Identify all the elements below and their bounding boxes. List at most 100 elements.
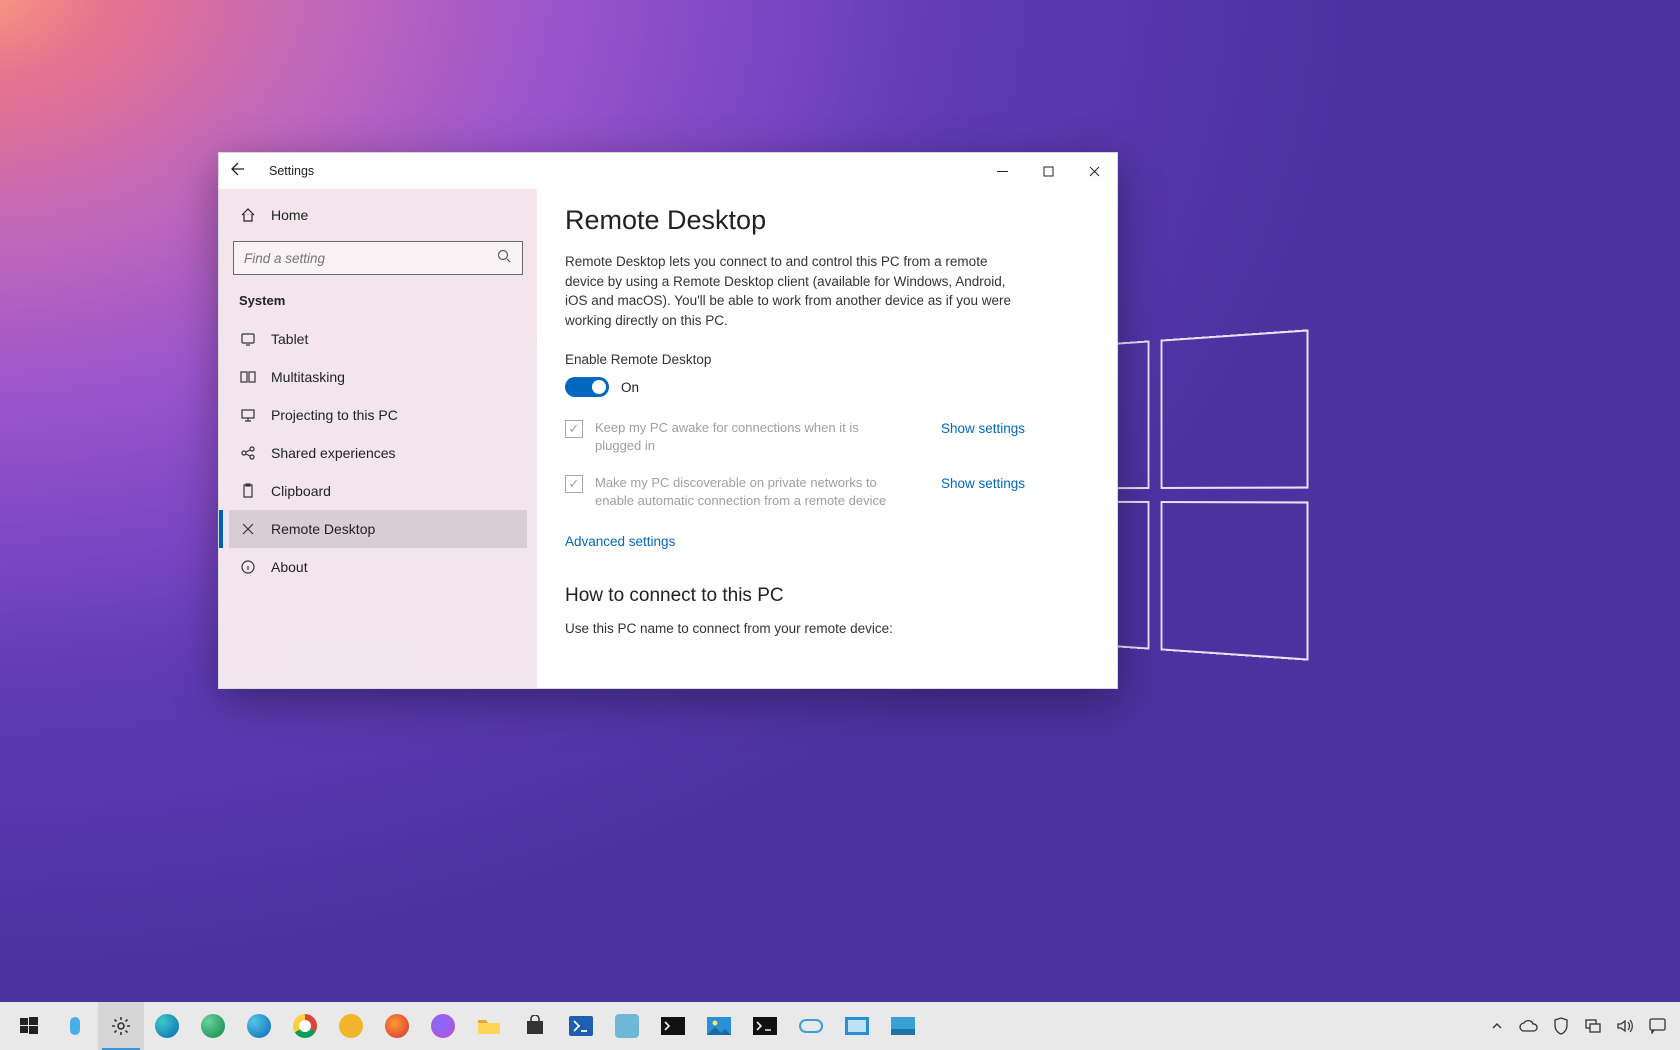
taskbar-chrome[interactable] <box>282 1002 328 1050</box>
sidebar-item-shared[interactable]: Shared experiences <box>229 434 527 472</box>
photos-icon <box>706 1013 732 1039</box>
advanced-settings-link[interactable]: Advanced settings <box>565 534 675 549</box>
tray-network-icon[interactable] <box>1580 1002 1606 1050</box>
sidebar-item-remote-desktop[interactable]: Remote Desktop <box>229 510 527 548</box>
taskbar-app-3[interactable] <box>834 1002 880 1050</box>
option-keep-awake: ✓ Keep my PC awake for connections when … <box>565 419 1025 455</box>
taskbar-firefox-dev[interactable] <box>420 1002 466 1050</box>
tray-onedrive-icon[interactable] <box>1516 1002 1542 1050</box>
sidebar-item-about[interactable]: About <box>229 548 527 586</box>
titlebar: Settings <box>219 153 1117 189</box>
tray-overflow[interactable] <box>1484 1002 1510 1050</box>
taskbar-firefox[interactable] <box>374 1002 420 1050</box>
folder-icon <box>476 1013 502 1039</box>
app-icon <box>844 1013 870 1039</box>
tray-security-icon[interactable] <box>1548 1002 1574 1050</box>
taskbar <box>0 1002 1680 1050</box>
taskbar-edge-canary[interactable] <box>236 1002 282 1050</box>
powershell-icon <box>568 1013 594 1039</box>
search-input[interactable] <box>244 251 496 266</box>
connect-text: Use this PC name to connect from your re… <box>565 621 1089 636</box>
chrome-canary-icon <box>338 1013 364 1039</box>
sidebar-item-label: Multitasking <box>271 369 345 385</box>
cortana-icon <box>62 1013 88 1039</box>
search-box[interactable] <box>233 241 523 275</box>
minimize-button[interactable] <box>979 153 1025 189</box>
sidebar: Home System Tablet Multitask <box>219 189 537 688</box>
taskbar-app-1[interactable] <box>604 1002 650 1050</box>
windows-icon <box>16 1013 42 1039</box>
app-icon <box>798 1013 824 1039</box>
start-button[interactable] <box>6 1002 52 1050</box>
clipboard-icon <box>239 483 257 499</box>
sidebar-item-label: Tablet <box>271 331 308 347</box>
checkbox-discoverable[interactable]: ✓ <box>565 475 583 493</box>
maximize-button[interactable] <box>1025 153 1071 189</box>
option-discoverable: ✓ Make my PC discoverable on private net… <box>565 474 1025 510</box>
edge-canary-icon <box>246 1013 272 1039</box>
search-icon <box>496 248 512 269</box>
firefox-icon <box>384 1013 410 1039</box>
enable-toggle-row: On <box>565 377 1089 397</box>
sidebar-item-projecting[interactable]: Projecting to this PC <box>229 396 527 434</box>
description-text: Remote Desktop lets you connect to and c… <box>565 252 1015 330</box>
taskbar-edge-dev[interactable] <box>190 1002 236 1050</box>
sidebar-item-label: Remote Desktop <box>271 521 375 537</box>
projecting-icon <box>239 407 257 423</box>
terminal-icon <box>660 1013 686 1039</box>
show-settings-link-2[interactable]: Show settings <box>941 476 1025 491</box>
gear-icon <box>108 1013 134 1039</box>
sidebar-item-label: About <box>271 559 308 575</box>
terminal-icon <box>752 1013 778 1039</box>
enable-toggle[interactable] <box>565 377 609 397</box>
taskbar-edge[interactable] <box>144 1002 190 1050</box>
sidebar-item-label: Shared experiences <box>271 445 396 461</box>
option-discoverable-text: Make my PC discoverable on private netwo… <box>595 474 895 510</box>
taskbar-settings[interactable] <box>98 1002 144 1050</box>
app-icon <box>614 1013 640 1039</box>
checkbox-keep-awake[interactable]: ✓ <box>565 420 583 438</box>
taskbar-app-2[interactable] <box>788 1002 834 1050</box>
nav: Tablet Multitasking Projecting to this P… <box>229 320 527 586</box>
taskbar-chrome-canary[interactable] <box>328 1002 374 1050</box>
sidebar-item-label: Clipboard <box>271 483 331 499</box>
edge-icon <box>154 1013 180 1039</box>
back-button[interactable] <box>219 161 255 182</box>
store-icon <box>522 1013 548 1039</box>
sidebar-item-multitasking[interactable]: Multitasking <box>229 358 527 396</box>
home-icon <box>239 207 257 223</box>
taskbar-store[interactable] <box>512 1002 558 1050</box>
firefox-dev-icon <box>430 1013 456 1039</box>
home-nav[interactable]: Home <box>229 199 527 231</box>
window-title: Settings <box>269 164 314 178</box>
connect-heading: How to connect to this PC <box>565 585 1089 607</box>
taskbar-terminal-2[interactable] <box>742 1002 788 1050</box>
enable-toggle-state: On <box>621 380 639 395</box>
page-title: Remote Desktop <box>565 205 1089 236</box>
taskbar-file-explorer[interactable] <box>466 1002 512 1050</box>
section-title: System <box>229 289 527 314</box>
settings-window: Settings Home <box>218 152 1118 689</box>
main-panel: Remote Desktop Remote Desktop lets you c… <box>537 189 1117 688</box>
taskbar-terminal-1[interactable] <box>650 1002 696 1050</box>
tray-volume-icon[interactable] <box>1612 1002 1638 1050</box>
taskbar-photos[interactable] <box>696 1002 742 1050</box>
enable-label: Enable Remote Desktop <box>565 352 1089 367</box>
remote-icon <box>239 521 257 537</box>
taskbar-app-4[interactable] <box>880 1002 926 1050</box>
show-settings-link-1[interactable]: Show settings <box>941 421 1025 436</box>
tablet-icon <box>239 331 257 347</box>
edge-dev-icon <box>200 1013 226 1039</box>
sidebar-item-tablet[interactable]: Tablet <box>229 320 527 358</box>
home-label: Home <box>271 207 308 223</box>
tray-action-center-icon[interactable] <box>1644 1002 1670 1050</box>
chrome-icon <box>292 1013 318 1039</box>
system-tray <box>1484 1002 1674 1050</box>
multitasking-icon <box>239 369 257 385</box>
option-keep-awake-text: Keep my PC awake for connections when it… <box>595 419 895 455</box>
taskbar-powershell[interactable] <box>558 1002 604 1050</box>
close-button[interactable] <box>1071 153 1117 189</box>
taskbar-cortana[interactable] <box>52 1002 98 1050</box>
shared-icon <box>239 445 257 461</box>
sidebar-item-clipboard[interactable]: Clipboard <box>229 472 527 510</box>
